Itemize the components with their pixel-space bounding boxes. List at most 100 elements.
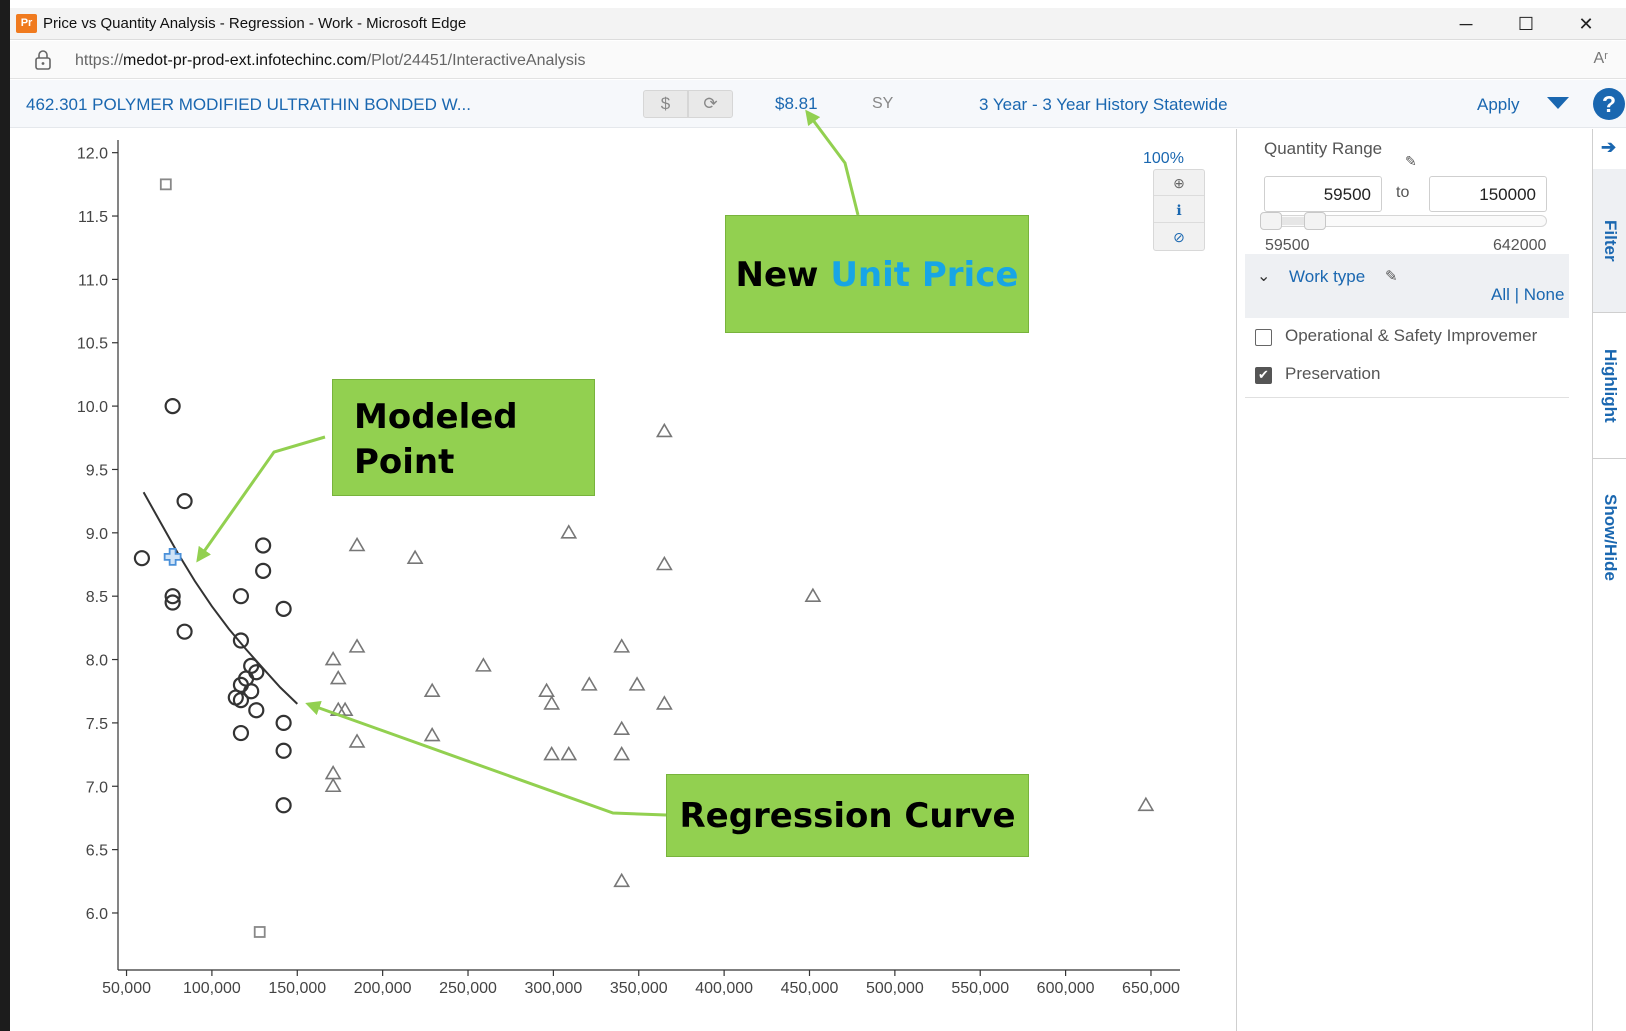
- pencil-icon[interactable]: ✎: [1405, 153, 1417, 170]
- dollar-button[interactable]: $: [643, 90, 688, 118]
- data-point-triangle: [423, 682, 441, 698]
- tab-filter[interactable]: Filter: [1593, 169, 1626, 313]
- data-point-triangle: [324, 650, 342, 666]
- data-point-triangle: [348, 638, 366, 653]
- data-point-triangle: [474, 657, 492, 672]
- y-tick-label: 9.5: [86, 462, 108, 479]
- minimize-button[interactable]: ─: [1446, 10, 1486, 38]
- option-operational-label[interactable]: Operational & Safety Improvemer: [1285, 326, 1537, 346]
- y-tick-label: 10.0: [77, 399, 108, 416]
- data-point-circle: [255, 537, 272, 554]
- data-point-triangle: [613, 720, 631, 736]
- all-none-links[interactable]: All | None: [1491, 285, 1564, 305]
- x-tick-label: 600,000: [1037, 980, 1095, 997]
- lock-icon[interactable]: [34, 50, 52, 70]
- x-tick-label: 100,000: [183, 980, 241, 997]
- zoom-in-icon[interactable]: ⊕: [1154, 170, 1204, 196]
- filter-panel: Quantity Range ✎ 59500 to 150000 59500 6…: [1236, 129, 1592, 1031]
- info-icon[interactable]: ℹ: [1154, 197, 1204, 223]
- tab-show-hide[interactable]: Show/Hide: [1593, 460, 1626, 615]
- pencil-icon[interactable]: ✎: [1385, 267, 1398, 285]
- data-point-square: [253, 926, 266, 938]
- unit-label: SY: [872, 95, 894, 112]
- data-point-triangle: [613, 872, 631, 888]
- url-host: medot-pr-prod-ext.infotechinc.com: [123, 52, 367, 69]
- x-tick-label: 500,000: [866, 980, 924, 997]
- url-text[interactable]: https://medot-pr-prod-ext.infotechinc.co…: [75, 52, 585, 70]
- data-point-circle: [232, 724, 250, 742]
- y-tick-label: 12.0: [77, 146, 108, 163]
- unit-price: $8.81: [775, 94, 818, 113]
- data-point-triangle: [804, 587, 822, 602]
- y-tick-label: 8.5: [86, 589, 108, 606]
- checkbox-operational[interactable]: [1255, 329, 1272, 346]
- data-point-triangle: [580, 676, 598, 691]
- url-path: /Plot/24451/InteractiveAnalysis: [366, 52, 586, 69]
- history-selector[interactable]: 3 Year - 3 Year History Statewide: [979, 95, 1228, 115]
- data-point-circle: [232, 588, 250, 605]
- browser-window: Pr Price vs Quantity Analysis - Regressi…: [10, 0, 1626, 1031]
- chevron-down-icon[interactable]: [1547, 97, 1569, 109]
- data-point-triangle: [348, 733, 366, 748]
- x-tick-label: 50,000: [102, 980, 151, 997]
- y-tick-label: 6.0: [86, 906, 108, 923]
- chevron-down-icon[interactable]: ⌄: [1257, 266, 1270, 286]
- work-type-label[interactable]: Work type: [1289, 267, 1365, 287]
- data-point-triangle: [423, 726, 441, 742]
- work-type-header[interactable]: ⌄ Work type ✎ All | None: [1245, 254, 1569, 318]
- data-point-triangle: [406, 549, 424, 564]
- maximize-button[interactable]: ☐: [1506, 10, 1546, 38]
- x-tick-label: 450,000: [781, 980, 839, 997]
- divider: [1245, 397, 1569, 398]
- slider-min-handle[interactable]: [1260, 212, 1282, 230]
- arrow-right-icon[interactable]: ➔: [1601, 137, 1616, 158]
- refresh-button[interactable]: ⟳: [688, 90, 733, 118]
- data-point-square: [159, 178, 172, 191]
- zoom-level: 100%: [1143, 150, 1184, 167]
- zoom-toolbar: ⊕ ℹ ⊘: [1153, 169, 1205, 251]
- callout-unit-price-text: Unit Price: [830, 255, 1019, 295]
- data-point-circle: [232, 632, 250, 649]
- option-preservation-label[interactable]: Preservation: [1285, 364, 1380, 384]
- tab-highlight[interactable]: Highlight: [1593, 314, 1626, 459]
- modeled-point: [163, 548, 182, 566]
- data-point-triangle: [329, 669, 347, 685]
- data-point-triangle: [543, 745, 561, 761]
- callout-new-unit-price: New Unit Price: [725, 215, 1029, 333]
- close-button[interactable]: ✕: [1566, 10, 1606, 38]
- y-tick-label: 6.5: [86, 843, 108, 860]
- reset-zoom-icon[interactable]: ⊘: [1154, 224, 1204, 250]
- app-header: 462.301 POLYMER MODIFIED ULTRATHIN BONDE…: [10, 80, 1626, 128]
- x-tick-label: 300,000: [524, 980, 582, 997]
- item-title[interactable]: 462.301 POLYMER MODIFIED ULTRATHIN BONDE…: [26, 95, 471, 115]
- data-point-triangle: [538, 682, 555, 698]
- slider-max-handle[interactable]: [1304, 212, 1326, 230]
- y-tick-label: 9.0: [86, 526, 108, 543]
- data-point-triangle: [348, 536, 366, 552]
- callout-modeled-line2: Point: [354, 442, 455, 482]
- checkbox-preservation[interactable]: ✔: [1255, 367, 1272, 384]
- quantity-min-input[interactable]: 59500: [1264, 176, 1382, 212]
- quantity-max-input[interactable]: 150000: [1429, 176, 1547, 212]
- x-tick-label: 200,000: [354, 980, 412, 997]
- data-point-circle: [164, 398, 181, 415]
- data-point-circle: [248, 702, 265, 719]
- scatter-chart[interactable]: 6.0 6.5 7.0 7.5 8.0 8.5 9.0 9.5 10.0 10.5 11.0 11.5…: [10, 129, 1230, 1031]
- data-point-triangle: [655, 422, 673, 438]
- callout-new-text: New: [735, 255, 831, 295]
- url-prefix: https://: [75, 52, 124, 69]
- side-tabs: ➔ Filter Highlight Show/Hide: [1592, 129, 1626, 1031]
- y-tick-label: 10.5: [77, 336, 108, 353]
- help-icon[interactable]: ?: [1593, 88, 1625, 120]
- address-bar[interactable]: https://medot-pr-prod-ext.infotechinc.co…: [10, 41, 1626, 79]
- x-tick-label: 400,000: [695, 980, 753, 997]
- callout-regression-curve: Regression Curve: [666, 774, 1029, 857]
- data-point-triangle: [655, 555, 673, 571]
- read-aloud-icon[interactable]: Aʳ: [1593, 50, 1608, 68]
- quantity-range-label: Quantity Range: [1264, 139, 1383, 158]
- apply-button[interactable]: Apply: [1477, 95, 1520, 115]
- data-point-circle: [176, 623, 193, 640]
- to-label: to: [1396, 184, 1410, 201]
- data-point-triangle: [655, 695, 673, 710]
- data-point-circle: [133, 550, 151, 567]
